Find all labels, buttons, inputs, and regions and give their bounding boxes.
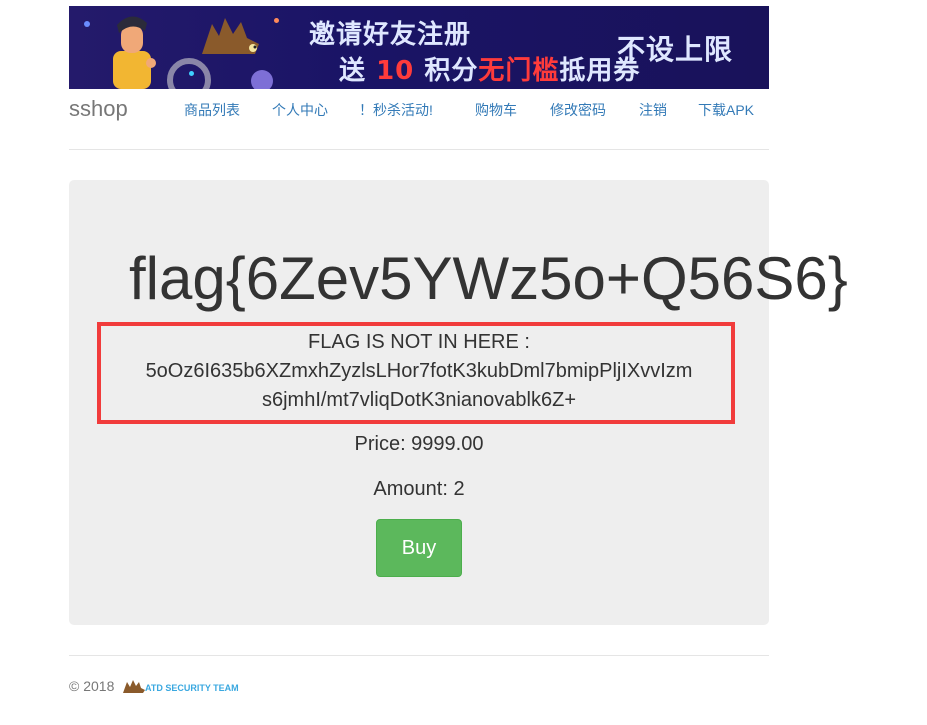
- team-name: ATD SECURITY TEAM: [145, 683, 239, 693]
- decorative-dot-icon: [84, 21, 90, 27]
- banner-number: 10: [376, 56, 415, 86]
- banner-line2: 送 10 积分无门槛抵用券: [339, 50, 640, 87]
- brand-link[interactable]: sshop: [69, 96, 128, 122]
- page-container: 邀请好友注册 送 10 积分无门槛抵用券 不设上限 sshop 商品列表 个人中…: [69, 6, 848, 656]
- banner-mid: 积分: [424, 56, 479, 86]
- banner-line1: 邀请好友注册: [309, 20, 472, 50]
- nav-download-apk[interactable]: 下载APK: [698, 100, 754, 120]
- decorative-dot-icon: [274, 18, 279, 23]
- nav-cart[interactable]: 购物车: [475, 100, 517, 120]
- decorative-dot-icon: [189, 71, 194, 76]
- nav-logout[interactable]: 注销: [639, 100, 667, 120]
- footer: © 2018 ATD SECURITY TEAM: [69, 678, 769, 708]
- promo-banner[interactable]: 邀请好友注册 送 10 积分无门槛抵用券 不设上限: [69, 6, 769, 89]
- nav-change-password[interactable]: 修改密码: [550, 100, 606, 120]
- footer-divider: [69, 655, 769, 656]
- hedgehog-illustration-icon: [202, 18, 259, 54]
- nav-product-list[interactable]: 商品列表: [184, 100, 240, 120]
- hedgehog-logo-icon: [123, 680, 145, 693]
- product-title: flag{6Zev5YWz5o+Q56S6}: [129, 245, 848, 312]
- banner-line3: 不设上限: [617, 33, 734, 66]
- product-price: Price: 9999.00: [354, 433, 484, 455]
- product-amount: Amount: 2: [373, 478, 465, 500]
- product-message-line3: s6jmhI/mt7vliqDotK3nianovablk6Z+: [261, 389, 577, 411]
- nav-flash-sale[interactable]: ！秒杀活动!: [359, 100, 433, 120]
- product-message-line1: FLAG IS NOT IN HERE :: [308, 331, 530, 353]
- person-illustration-icon: [113, 16, 156, 89]
- copyright-text: © 2018: [69, 678, 115, 694]
- product-panel: flag{6Zev5YWz5o+Q56S6} FLAG IS NOT IN HE…: [69, 180, 848, 625]
- banner-prefix: 送: [339, 56, 367, 86]
- product-message-line2: 5oOz6I635b6XZmxhZyzlsLHor7fotK3kubDml7bm…: [145, 360, 693, 382]
- navbar: sshop 商品列表 个人中心 ！秒杀活动! 购物车 修改密码 注销 下载APK: [69, 89, 769, 129]
- nav-user-center[interactable]: 个人中心: [272, 100, 328, 120]
- banner-highlight: 无门槛: [478, 56, 560, 86]
- buy-button[interactable]: Buy: [376, 519, 462, 577]
- decorative-dot-icon: [251, 70, 273, 89]
- header-divider: [69, 149, 769, 150]
